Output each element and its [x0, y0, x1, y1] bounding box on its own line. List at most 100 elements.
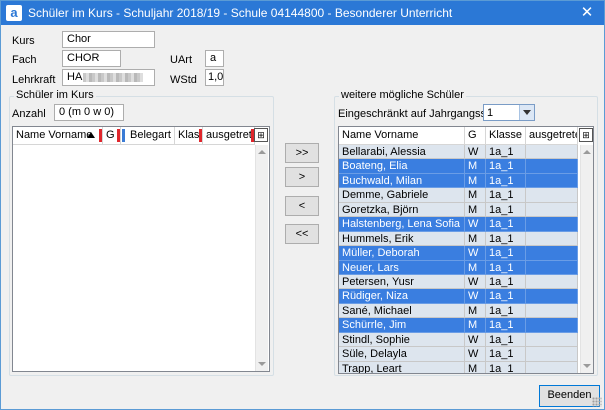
remove-button[interactable]: <	[285, 196, 319, 216]
col-header-klasse[interactable]: Klasse	[175, 127, 203, 144]
close-icon[interactable]: ✕	[570, 1, 604, 25]
fach-label: Fach	[12, 54, 37, 66]
right-vertical-scrollbar[interactable]	[580, 145, 593, 373]
col-header-g[interactable]: G	[103, 127, 121, 144]
table-row[interactable]: Rüdiger, Niza W 1a_1	[339, 289, 578, 304]
table-row[interactable]: Trapp, Leart M 1a_1	[339, 361, 578, 373]
student-name-cell: Petersen, Yusr	[339, 274, 465, 290]
anzahl-field: 0 (m 0 w 0)	[54, 104, 124, 121]
table-row[interactable]: Hummels, Erik M 1a_1	[339, 231, 578, 247]
chevron-down-icon[interactable]	[519, 105, 534, 120]
resize-grip-icon[interactable]	[592, 397, 602, 407]
klasse-cell: 1a_1	[486, 173, 526, 189]
table-row[interactable]: Petersen, Yusr W 1a_1	[339, 274, 578, 290]
col-header-name[interactable]: Name Vorname	[339, 127, 465, 144]
col-header-ausgetreten-label: ausgetret...	[206, 129, 254, 141]
scroll-up-icon[interactable]	[258, 150, 266, 154]
klasse-cell: 1a_1	[486, 361, 526, 373]
column-chooser-icon[interactable]: ⊞	[254, 128, 268, 142]
ausgetreten-cell	[526, 173, 578, 189]
gender-cell: M	[465, 260, 486, 275]
uart-field[interactable]: a	[205, 50, 224, 67]
gender-cell: M	[465, 202, 486, 218]
add-button[interactable]: >	[285, 167, 319, 187]
student-name-cell: Stindl, Sophie	[339, 332, 465, 348]
ausgetreten-cell	[526, 260, 578, 275]
col-header-klasse[interactable]: Klasse	[486, 127, 526, 144]
column-chooser-icon[interactable]: ⊞	[579, 128, 593, 142]
add-all-button[interactable]: >>	[285, 143, 319, 163]
table-row[interactable]: Süle, Delayla W 1a_1	[339, 347, 578, 362]
col-header-ausgetreten[interactable]: ausgetreten	[526, 127, 578, 144]
ausgetreten-cell	[526, 347, 578, 362]
table-row[interactable]: Demme, Gabriele M 1a_1	[339, 188, 578, 203]
kurs-label: Kurs	[12, 35, 35, 47]
gender-cell: M	[465, 303, 486, 319]
col-header-belegart[interactable]: Belegart	[121, 127, 175, 144]
table-row[interactable]: Boateng, Elia M 1a_1	[339, 159, 578, 174]
ausgetreten-cell	[526, 217, 578, 232]
col-header-g[interactable]: G	[465, 127, 486, 144]
column-marker	[117, 129, 120, 142]
table-row[interactable]: Halstenberg, Lena Sofia W 1a_1	[339, 217, 578, 232]
beenden-button[interactable]: Beenden	[539, 385, 600, 407]
student-name-cell: Rüdiger, Niza	[339, 289, 465, 304]
wstd-field[interactable]: 1,0	[205, 69, 224, 86]
dropdown-value: 1	[487, 107, 494, 119]
col-header-ausgetreten-label: ausgetreten	[529, 129, 577, 141]
table-row[interactable]: Neuer, Lars M 1a_1	[339, 260, 578, 275]
klasse-cell: 1a_1	[486, 332, 526, 348]
scroll-down-icon[interactable]	[583, 364, 591, 368]
klasse-cell: 1a_1	[486, 274, 526, 290]
dialog-window: a Schüler im Kurs - Schuljahr 2018/19 - …	[0, 0, 605, 410]
left-vertical-scrollbar[interactable]	[255, 145, 268, 371]
group-title-left: Schüler im Kurs	[14, 89, 96, 101]
student-name-cell: Bellarabi, Alessia	[339, 145, 465, 160]
scroll-down-icon[interactable]	[258, 362, 266, 366]
table-row[interactable]: Goretzka, Björn M 1a_1	[339, 202, 578, 218]
student-name-cell: Goretzka, Björn	[339, 202, 465, 218]
klasse-cell: 1a_1	[486, 289, 526, 304]
col-header-name[interactable]: Name Vorname	[13, 127, 103, 144]
student-name-cell: Boateng, Elia	[339, 159, 465, 174]
klasse-cell: 1a_1	[486, 145, 526, 160]
lehrkraft-field[interactable]: HA	[62, 69, 155, 86]
app-icon: a	[6, 5, 22, 21]
table-row[interactable]: Stindl, Sophie W 1a_1	[339, 332, 578, 348]
column-marker	[199, 129, 202, 142]
grid-header-right: Name Vorname G Klasse ausgetreten	[339, 127, 578, 145]
kurs-field[interactable]: Chor	[62, 31, 155, 48]
student-name-cell: Halstenberg, Lena Sofia	[339, 217, 465, 232]
scroll-up-icon[interactable]	[583, 150, 591, 154]
weitere-schueler-grid[interactable]: Name Vorname G Klasse ausgetreten ⊞ Bell…	[338, 126, 594, 374]
student-name-cell: Süle, Delayla	[339, 347, 465, 362]
klasse-cell: 1a_1	[486, 159, 526, 174]
fach-field[interactable]: CHOR	[62, 50, 121, 67]
student-name-cell: Müller, Deborah	[339, 246, 465, 261]
jahrgangsstufe-dropdown[interactable]: 1	[483, 104, 535, 121]
wstd-label: WStd	[170, 74, 197, 86]
gender-cell: M	[465, 159, 486, 174]
student-name-cell: Trapp, Leart	[339, 361, 465, 373]
title-bar[interactable]: a Schüler im Kurs - Schuljahr 2018/19 - …	[1, 1, 604, 25]
col-header-ausgetreten[interactable]: ausgetret...	[203, 127, 255, 144]
column-marker	[122, 129, 125, 142]
gender-cell: M	[465, 188, 486, 203]
table-row[interactable]: Schürrle, Jim M 1a_1	[339, 318, 578, 333]
table-row[interactable]: Buchwald, Milan M 1a_1	[339, 173, 578, 189]
gender-cell: M	[465, 231, 486, 247]
ausgetreten-cell	[526, 361, 578, 373]
gender-cell: W	[465, 332, 486, 348]
remove-all-button[interactable]: <<	[285, 224, 319, 244]
gender-cell: W	[465, 246, 486, 261]
col-header-klasse-label: Klasse	[489, 129, 523, 141]
gender-cell: W	[465, 145, 486, 160]
ausgetreten-cell	[526, 332, 578, 348]
table-row[interactable]: Müller, Deborah W 1a_1	[339, 246, 578, 261]
gender-cell: W	[465, 217, 486, 232]
table-row[interactable]: Sané, Michael M 1a_1	[339, 303, 578, 319]
schueler-im-kurs-grid[interactable]: Name Vorname G Belegart Klasse ausgetret…	[12, 126, 270, 372]
student-list: Bellarabi, Alessia W 1a_1 Boateng, Elia M 1a_…	[339, 145, 578, 373]
ausgetreten-cell	[526, 231, 578, 247]
table-row[interactable]: Bellarabi, Alessia W 1a_1	[339, 145, 578, 160]
